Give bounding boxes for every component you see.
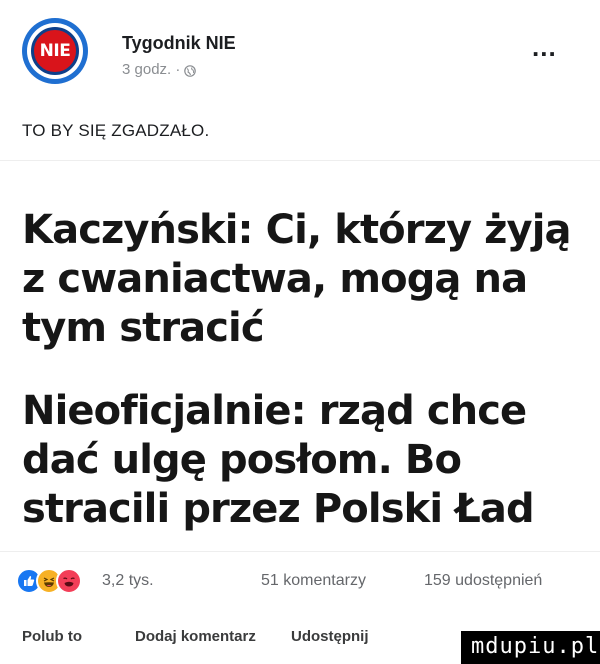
post-image[interactable]: Kaczyński: Ci, którzy żyją z cwaniactwa,…	[0, 160, 600, 552]
like-button[interactable]: Polub to	[22, 628, 82, 645]
nie-logo[interactable]: NIE	[22, 18, 88, 84]
post-meta: 3 godz. ·	[122, 61, 197, 78]
post-stats: 3,2 tys. 51 komentarzy 159 udostępnień	[0, 566, 600, 602]
post-header: NIE Tygodnik NIE 3 godz. · ...	[0, 0, 600, 100]
share-button[interactable]: Udostępnij	[291, 628, 369, 645]
comments-count[interactable]: 51 komentarzy	[261, 572, 366, 590]
watermark-text: mdupiu.pl	[471, 634, 600, 659]
logo-core: NIE	[31, 27, 79, 75]
wow-reaction-icon	[56, 568, 82, 594]
watermark: mdupiu.pl	[461, 631, 600, 664]
logo-text: NIE	[39, 41, 71, 61]
comment-button[interactable]: Dodaj komentarz	[135, 628, 256, 645]
headline-1: Kaczyński: Ci, którzy żyją z cwaniactwa,…	[22, 207, 572, 351]
reaction-count[interactable]: 3,2 tys.	[102, 572, 154, 590]
post-timestamp[interactable]: 3 godz. ·	[122, 61, 180, 78]
globe-icon	[184, 64, 197, 77]
page-name[interactable]: Tygodnik NIE	[122, 33, 236, 54]
headline-2: Nieoficjalnie: rząd chce dać ulgę posłom…	[22, 388, 535, 532]
reaction-icons[interactable]	[16, 568, 96, 594]
post-text: TO BY SIĘ ZGADZAŁO.	[22, 121, 210, 140]
more-icon[interactable]: ...	[532, 34, 557, 60]
shares-count[interactable]: 159 udostępnień	[424, 572, 542, 590]
